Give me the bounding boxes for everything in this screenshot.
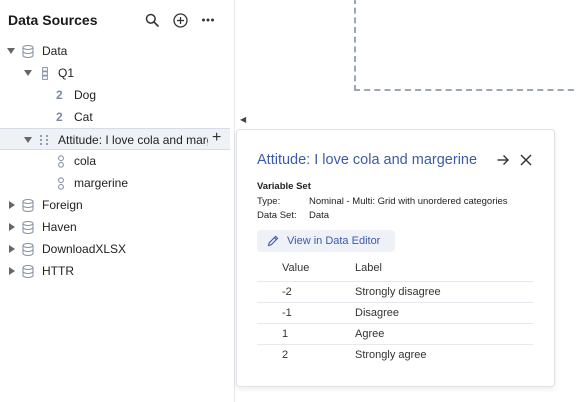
chevron-down-icon[interactable] xyxy=(7,47,15,55)
database-icon xyxy=(21,220,35,234)
database-icon xyxy=(21,264,35,278)
table-row: -2 Strongly disagree xyxy=(257,281,533,302)
add-circle-icon[interactable] xyxy=(171,11,189,29)
arrow-right-icon[interactable] xyxy=(496,153,510,167)
cell-value: -2 xyxy=(282,286,292,298)
cell-label: Disagree xyxy=(355,307,400,319)
grid-icon xyxy=(37,133,51,147)
tree-item-label: Cat xyxy=(74,110,93,124)
tree-item-dog[interactable]: 2 Dog xyxy=(0,84,234,106)
panel-title: Data Sources xyxy=(8,12,98,28)
table-row: 1 Agree xyxy=(257,323,533,344)
tree-item-q1[interactable]: Q1 xyxy=(0,62,234,84)
binary-icon xyxy=(54,154,68,168)
tree-item-label: DownloadXLSX xyxy=(42,242,127,256)
tree-item-label: Foreign xyxy=(42,198,83,212)
tree-item-foreign[interactable]: Foreign xyxy=(0,194,234,216)
add-icon[interactable]: + xyxy=(212,129,221,147)
popover-title[interactable]: Attitude: I love cola and margerine xyxy=(257,152,477,168)
tree-item-httr[interactable]: HTTR xyxy=(0,260,234,282)
tree-item-margerine[interactable]: margerine xyxy=(0,172,234,194)
cell-label: Strongly agree xyxy=(355,349,427,361)
data-sources-panel: Data Sources Data Q1 2 Dog 2 Cat Attitud… xyxy=(0,0,234,402)
column-header-label: Label xyxy=(355,262,382,274)
variable-info-popover: Attitude: I love cola and margerine Vari… xyxy=(236,129,555,387)
chevron-right-icon[interactable] xyxy=(8,223,16,231)
variable-stack-icon xyxy=(38,66,52,80)
tree-item-label: Q1 xyxy=(58,66,75,80)
type-label: Type: xyxy=(257,196,281,207)
chevron-right-icon[interactable] xyxy=(8,267,16,275)
tree-item-cola[interactable]: cola xyxy=(0,150,234,172)
chevron-right-icon[interactable] xyxy=(8,201,16,209)
close-icon[interactable] xyxy=(519,153,533,167)
tree-item-label: margerine xyxy=(74,176,129,190)
chevron-down-icon[interactable] xyxy=(24,69,32,77)
tree-item-label: Dog xyxy=(74,88,97,102)
binary-icon xyxy=(54,176,68,190)
tree-item-downloadxlsx[interactable]: DownloadXLSX xyxy=(0,238,234,260)
canvas-dashed-placeholder xyxy=(354,0,578,91)
collapse-panel-icon[interactable]: ◀ xyxy=(240,115,246,124)
dataset-value: Data xyxy=(309,210,330,221)
chevron-right-icon[interactable] xyxy=(8,245,16,253)
numeric-icon: 2 xyxy=(56,110,63,124)
database-icon xyxy=(21,44,35,58)
column-header-value: Value xyxy=(282,262,310,274)
tree-item-attitude[interactable]: Attitude: I love cola and margerine + xyxy=(0,128,230,150)
search-icon[interactable] xyxy=(143,11,161,29)
tree-item-label: Attitude: I love cola and margerine xyxy=(58,133,208,147)
cell-label: Agree xyxy=(355,328,385,340)
panel-divider[interactable] xyxy=(234,0,235,402)
tree-item-data[interactable]: Data xyxy=(0,40,234,62)
view-button-label: View in Data Editor xyxy=(287,235,381,247)
tree-item-label: Haven xyxy=(42,220,77,234)
view-in-data-editor-button[interactable]: View in Data Editor xyxy=(257,230,395,252)
table-row: -1 Disagree xyxy=(257,302,533,323)
panel-header: Data Sources xyxy=(8,10,232,32)
dataset-label: Data Set: xyxy=(257,210,297,221)
tree-item-cat[interactable]: 2 Cat xyxy=(0,106,234,128)
chevron-down-icon[interactable] xyxy=(24,136,32,144)
cell-value: -1 xyxy=(282,307,292,319)
section-heading: Variable Set xyxy=(257,181,311,192)
table-row: 2 Strongly agree xyxy=(257,344,533,365)
tree-item-haven[interactable]: Haven xyxy=(0,216,234,238)
cell-value: 1 xyxy=(282,328,289,340)
type-value: Nominal - Multi: Grid with unordered cat… xyxy=(309,196,508,207)
numeric-icon: 2 xyxy=(56,88,63,102)
tree-item-label: cola xyxy=(74,154,97,168)
more-icon[interactable] xyxy=(199,11,217,29)
cell-label: Strongly disagree xyxy=(355,286,441,298)
database-icon xyxy=(21,198,35,212)
tree-item-label: HTTR xyxy=(42,264,74,278)
cell-value: 2 xyxy=(282,349,289,361)
tree-item-label: Data xyxy=(42,44,68,58)
pencil-icon xyxy=(267,235,279,247)
database-icon xyxy=(21,242,35,256)
